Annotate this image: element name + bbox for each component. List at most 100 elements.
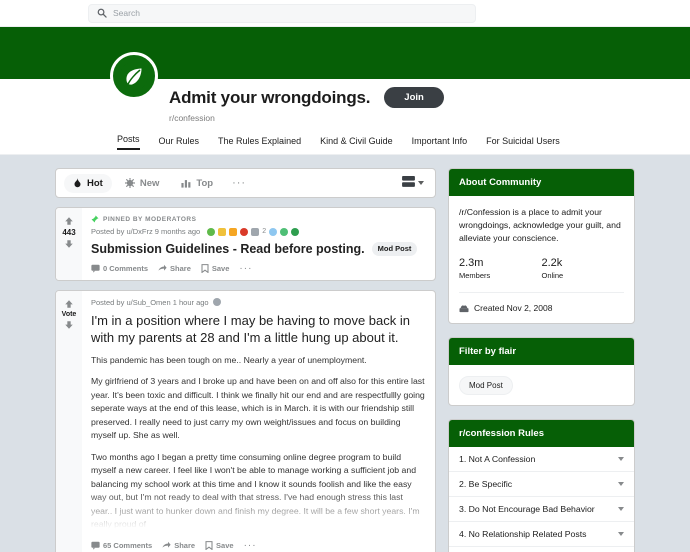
rule-item[interactable]: 1. Not A Confession <box>449 447 634 473</box>
pinned-banner: Pinned by moderators <box>91 215 426 223</box>
award-icon <box>229 227 238 236</box>
post-score: Vote <box>61 310 77 318</box>
save-label: Save <box>211 263 230 273</box>
post-author-time: Posted by u/DxFrz 9 months ago <box>91 227 201 236</box>
created-date: Created Nov 2, 2008 <box>474 303 553 314</box>
online-label: Online <box>541 271 564 281</box>
rules-heading: r/confession Rules <box>449 420 634 448</box>
award-count: 2 <box>262 228 267 235</box>
filter-by-flair-card: Filter by flair Mod Post <box>448 337 635 407</box>
vote-column: Vote <box>56 290 82 552</box>
community-stats: 2.3m Members 2.2k Online <box>459 257 624 280</box>
tab-kind-civil-guide[interactable]: Kind & Civil Guide <box>320 136 393 150</box>
downvote-icon[interactable] <box>64 320 74 330</box>
comments-button[interactable]: 0 Comments <box>91 264 148 273</box>
save-button[interactable]: Save <box>205 541 234 550</box>
rule-item[interactable]: 2. Be Specific <box>449 472 634 498</box>
card-view-icon <box>402 174 415 192</box>
pinned-label: Pinned by moderators <box>103 215 197 223</box>
award-icon <box>251 227 260 236</box>
chevron-down-icon <box>618 532 624 537</box>
join-button[interactable]: Join <box>384 87 444 108</box>
filter-flair-heading: Filter by flair <box>449 338 634 366</box>
about-community-heading: About Community <box>449 169 634 196</box>
post-meta: Posted by u/DxFrz 9 months ago 2 <box>91 227 426 236</box>
post-pinned[interactable]: 443 Pinned by moderators Posted by u/DxF… <box>55 207 436 281</box>
comments-button[interactable]: 65 Comments <box>91 541 152 550</box>
post-title[interactable]: I'm in a position where I may be having … <box>91 312 426 346</box>
award-icon <box>280 227 289 236</box>
community-name: r/confession <box>169 113 215 123</box>
post-title[interactable]: Submission Guidelines - Read before post… <box>91 241 365 258</box>
tab-our-rules[interactable]: Our Rules <box>159 136 200 150</box>
share-button[interactable]: Share <box>162 541 195 550</box>
flame-icon <box>73 177 82 189</box>
post-author-time: Posted by u/Sub_Omen 1 hour ago <box>91 297 209 307</box>
sidebar: About Community /r/Confession is a place… <box>448 168 635 552</box>
rule-label: 1. Not A Confession <box>459 454 536 465</box>
post-feed: Hot New Top ··· 443 PINNED BY MODERATORS… <box>55 168 436 552</box>
online-value: 2.2k <box>541 257 563 270</box>
award-icon <box>269 227 278 236</box>
post-more-button[interactable]: ··· <box>239 263 252 274</box>
sort-hot[interactable]: Hot <box>64 173 112 193</box>
award-icon <box>207 227 216 236</box>
about-community-card: About Community /r/Confession is a place… <box>448 168 635 325</box>
comment-icon <box>91 264 100 273</box>
sort-bar: Hot New Top ··· <box>55 168 436 198</box>
tab-rules-explained[interactable]: The Rules Explained <box>218 136 301 150</box>
members-value: 2.3m <box>459 257 484 270</box>
post-title-row: Submission Guidelines - Read before post… <box>91 241 426 258</box>
award-icon <box>291 227 300 236</box>
post-flair[interactable]: Mod Post <box>371 242 418 257</box>
filter-flair-body: Mod Post <box>449 365 634 405</box>
comments-label: 65 Comments <box>103 540 153 550</box>
bookmark-icon <box>201 263 209 273</box>
tab-posts[interactable]: Posts <box>117 134 140 150</box>
save-button[interactable]: Save <box>201 263 230 273</box>
chevron-down-icon <box>618 457 624 462</box>
bookmark-icon <box>205 540 213 550</box>
sort-new-label: New <box>139 177 160 189</box>
award-icon <box>212 298 221 306</box>
search-icon <box>97 8 107 18</box>
post-meta: Posted by u/Sub_Omen 1 hour ago <box>91 298 426 307</box>
vote-column: 443 <box>56 208 82 280</box>
rule-item[interactable]: 3. Do Not Encourage Bad Behavior <box>449 497 634 523</box>
sort-new[interactable]: New <box>116 174 169 193</box>
community-avatar[interactable] <box>110 52 158 100</box>
upvote-icon[interactable] <box>64 299 74 309</box>
post-text-body: This pandemic has been tough on me.. Nea… <box>91 354 426 532</box>
search-input[interactable] <box>113 8 467 18</box>
flair-chip-mod-post[interactable]: Mod Post <box>459 376 513 396</box>
post-score: 443 <box>62 228 76 237</box>
save-label: Save <box>216 540 234 550</box>
sort-top-label: Top <box>196 177 214 189</box>
rule-label: 4. No Relationship Related Posts <box>459 529 587 540</box>
community-header: Admit your wrongdoings. Join r/confessio… <box>0 52 690 155</box>
downvote-icon[interactable] <box>64 239 74 249</box>
sort-more-button[interactable]: ··· <box>226 177 252 189</box>
post-more-button[interactable]: ··· <box>244 540 257 551</box>
tab-for-suicidal-users[interactable]: For Suicidal Users <box>486 136 560 150</box>
post-text[interactable]: Vote Posted by u/Sub_Omen 1 hour ago I'm… <box>55 289 436 552</box>
post-actions: 65 Comments Share Save ··· <box>91 540 426 551</box>
tab-important-info[interactable]: Important Info <box>412 136 468 150</box>
post-actions: 0 Comments Share Save ··· <box>91 263 426 274</box>
award-list[interactable]: 2 <box>207 227 300 236</box>
view-mode-dropdown[interactable] <box>402 174 427 192</box>
sort-top[interactable]: Top <box>172 174 222 193</box>
rule-label: 2. Be Specific <box>459 479 513 490</box>
about-description: /r/Confession is a place to admit your w… <box>459 207 621 244</box>
upvote-icon[interactable] <box>64 216 74 226</box>
share-button[interactable]: Share <box>158 264 191 273</box>
members-label: Members <box>459 271 491 281</box>
rule-item[interactable]: 5. No Pedophilia Type Posts <box>449 547 634 552</box>
search-bar[interactable] <box>88 3 476 23</box>
pin-icon <box>91 215 99 223</box>
post-paragraph: Two months ago I began a pretty time con… <box>91 451 420 530</box>
share-icon <box>162 541 171 550</box>
sun-icon <box>124 178 135 188</box>
share-label: Share <box>170 263 191 273</box>
rule-item[interactable]: 4. No Relationship Related Posts <box>449 522 634 548</box>
